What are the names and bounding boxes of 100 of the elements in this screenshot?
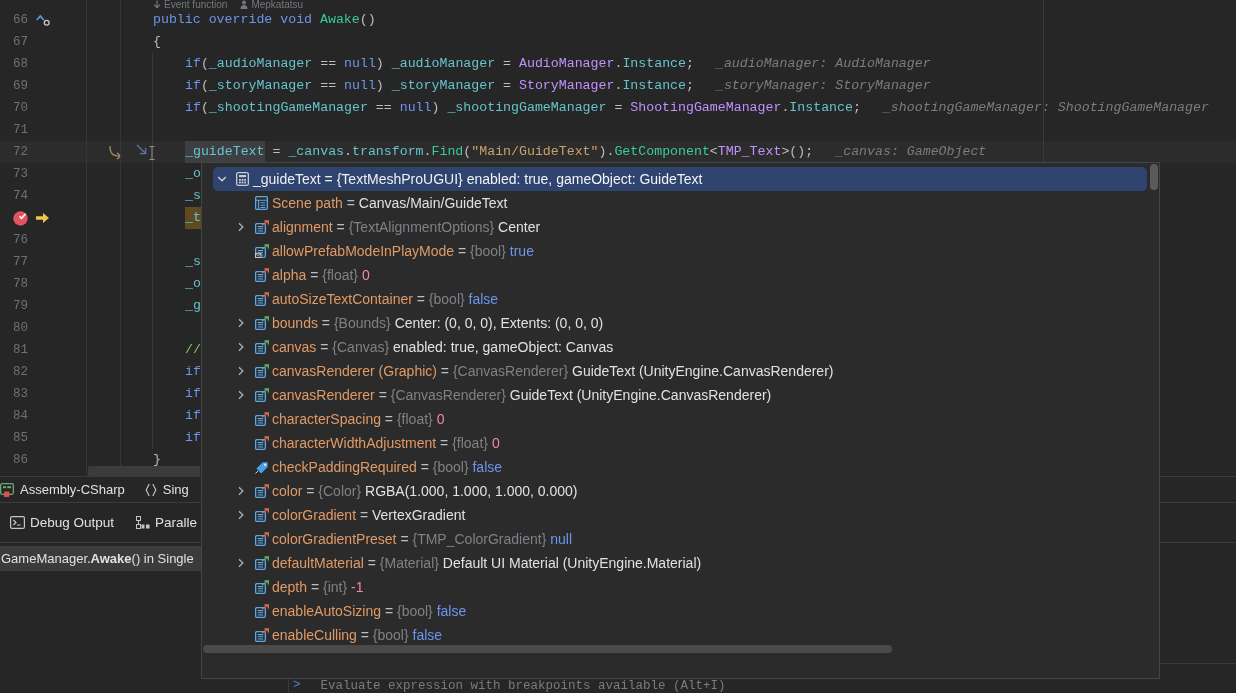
variable-text: checkPaddingRequired = {bool} false bbox=[272, 458, 503, 476]
line-number: 67 bbox=[13, 34, 28, 50]
variable-row[interactable]: canvasRenderer = {CanvasRenderer} GuideText (UnityEngine.CanvasRenderer) bbox=[213, 383, 1147, 407]
horizontal-scrollbar[interactable] bbox=[203, 645, 892, 653]
inlay-hint: _storyManager: StoryManager bbox=[715, 77, 931, 95]
variable-row[interactable]: _guideText = {TextMeshProUGUI} enabled: true, gameObject: GuideText bbox=[213, 167, 1147, 191]
code-line: if(_shootingGameManager == null) _shootingGameManager = ShootingGameManager.Instance; bbox=[185, 99, 861, 117]
code-line: if bbox=[185, 363, 201, 381]
code-line: { bbox=[153, 33, 161, 51]
variable-row[interactable]: characterWidthAdjustment = {float} 0 bbox=[213, 431, 1147, 455]
variable-text: color = {Color} RGBA(1.000, 1.000, 1.000, 0.000) bbox=[272, 482, 578, 500]
variable-text: allowPrefabModeInPlayMode = {bool} true bbox=[272, 242, 534, 260]
tool-tab[interactable]: Paralle bbox=[136, 509, 198, 536]
variable-text: autoSizeTextContainer = {bool} false bbox=[272, 290, 499, 308]
line-number: 68 bbox=[13, 56, 28, 72]
horizontal-scrollbar[interactable] bbox=[88, 466, 200, 476]
chevron-right-icon[interactable] bbox=[236, 390, 246, 400]
curved-arrow-icon[interactable] bbox=[108, 145, 123, 160]
line-number: 72 bbox=[13, 144, 28, 160]
variable-row[interactable]: allowPrefabModeInPlayMode = {bool} true bbox=[213, 239, 1147, 263]
variable-row[interactable]: characterSpacing = {float} 0 bbox=[213, 407, 1147, 431]
variable-row[interactable]: depth = {int} -1 bbox=[213, 575, 1147, 599]
tag-icon bbox=[255, 460, 269, 474]
caret-ring-icon[interactable] bbox=[36, 14, 50, 26]
chevron-right-icon[interactable] bbox=[236, 486, 246, 496]
line-number: 86 bbox=[13, 452, 28, 468]
inlay-hint: _audioManager: AudioManager bbox=[715, 55, 931, 73]
breadcrumb-item[interactable]: Sing bbox=[144, 479, 189, 500]
line-number: 74 bbox=[13, 188, 28, 204]
line-number: 79 bbox=[13, 298, 28, 314]
line-number: 83 bbox=[13, 386, 28, 402]
code-line: // bbox=[185, 341, 201, 359]
variable-row[interactable]: checkPaddingRequired = {bool} false bbox=[213, 455, 1147, 479]
terminal-icon bbox=[10, 516, 25, 529]
evaluate-field[interactable]: Evaluate expression with breakpoints available (Alt+I) bbox=[320, 679, 1236, 692]
line-number: 82 bbox=[13, 364, 28, 380]
arrow-down-icon bbox=[153, 0, 161, 9]
text-cursor-icon bbox=[149, 146, 155, 160]
code-line: if(_audioManager == null) _audioManager = AudioManager.Instance; bbox=[185, 55, 694, 73]
line-number: 70 bbox=[13, 100, 28, 116]
blocks-icon bbox=[136, 516, 151, 529]
code-line: _guideText = _canvas.transform.Find("Main/GuideText").GetComponent<TMP_Text>(); bbox=[185, 141, 814, 163]
code-line: if(_storyManager == null) _storyManager = StoryManager.Instance; bbox=[185, 77, 694, 95]
line-number: 71 bbox=[13, 122, 28, 138]
variable-text: colorGradientPreset = {TMP_ColorGradient} null bbox=[272, 530, 572, 548]
diagonal-arrow-icon[interactable] bbox=[136, 144, 147, 155]
chevron-right-icon[interactable] bbox=[236, 366, 246, 376]
variable-text: canvasRenderer = {CanvasRenderer} GuideText (UnityEngine.CanvasRenderer) bbox=[272, 386, 772, 404]
person-icon bbox=[240, 0, 249, 9]
chevron-right-icon[interactable] bbox=[236, 510, 246, 520]
chevron-right-icon[interactable] bbox=[236, 222, 246, 232]
variable-text: bounds = {Bounds} Center: (0, 0, 0), Extents: (0, 0, 0) bbox=[272, 314, 604, 332]
inlay-hint: _canvas: GameObject bbox=[835, 143, 987, 161]
variable-row[interactable]: canvas = {Canvas} enabled: true, gameObject: Canvas bbox=[213, 335, 1147, 359]
variable-text: enableCulling = {bool} false bbox=[272, 626, 443, 644]
variable-row[interactable]: canvasRenderer (Graphic) = {CanvasRenderer} GuideText (UnityEngine.CanvasRenderer) bbox=[213, 359, 1147, 383]
breadcrumb-item[interactable]: Assembly-CSharp bbox=[0, 479, 125, 500]
line-number: 81 bbox=[13, 342, 28, 358]
variable-row[interactable]: enableAutoSizing = {bool} false bbox=[213, 599, 1147, 623]
chevron-right-icon[interactable] bbox=[236, 318, 246, 328]
tool-tab[interactable]: Debug Output bbox=[10, 509, 115, 536]
code-line: if bbox=[185, 407, 201, 425]
variable-row[interactable]: colorGradient = VertexGradient bbox=[213, 503, 1147, 527]
code-line: } bbox=[153, 451, 161, 469]
line-number: 69 bbox=[13, 78, 28, 94]
chevron-right-icon[interactable] bbox=[236, 558, 246, 568]
line-number: 84 bbox=[13, 408, 28, 424]
line-number: 77 bbox=[13, 254, 28, 270]
chevron-down-icon[interactable] bbox=[217, 174, 227, 184]
code-line: _s bbox=[185, 187, 201, 205]
line-number: 73 bbox=[13, 166, 28, 182]
variable-row[interactable]: alignment = {TextAlignmentOptions} Center bbox=[213, 215, 1147, 239]
variable-text: _guideText = {TextMeshProUGUI} enabled: true, gameObject: GuideText bbox=[253, 170, 703, 188]
line-number: 80 bbox=[13, 320, 28, 336]
variable-row[interactable]: enableCulling = {bool} false bbox=[213, 623, 1147, 647]
chevron-right-icon[interactable] bbox=[236, 342, 246, 352]
table-icon bbox=[255, 196, 268, 210]
brackets-icon bbox=[144, 482, 157, 497]
calculator-icon bbox=[236, 172, 249, 186]
line-number: 85 bbox=[13, 430, 28, 446]
variable-row[interactable]: Scene path = Canvas/Main/GuideText bbox=[213, 191, 1147, 215]
code-line: _s bbox=[185, 253, 201, 271]
variable-text: canvasRenderer (Graphic) = {CanvasRenderer} GuideText (UnityEngine.CanvasRenderer) bbox=[272, 362, 834, 380]
variable-text: alpha = {float} 0 bbox=[272, 266, 370, 284]
variable-row[interactable]: autoSizeTextContainer = {bool} false bbox=[213, 287, 1147, 311]
variable-row[interactable]: color = {Color} RGBA(1.000, 1.000, 1.000, 0.000) bbox=[213, 479, 1147, 503]
square-badge-icon bbox=[0, 482, 14, 497]
line-number: 66 bbox=[13, 12, 28, 28]
code-line: _o bbox=[185, 275, 201, 293]
variable-text: characterSpacing = {float} 0 bbox=[272, 410, 445, 428]
variable-row[interactable]: bounds = {Bounds} Center: (0, 0, 0), Extents: (0, 0, 0) bbox=[213, 311, 1147, 335]
variable-row[interactable]: alpha = {float} 0 bbox=[213, 263, 1147, 287]
breakpoint-icon[interactable] bbox=[13, 210, 28, 226]
code-line: if bbox=[185, 429, 201, 447]
code-line: _g bbox=[185, 297, 201, 315]
variable-text: depth = {int} -1 bbox=[272, 578, 364, 596]
code-line: if bbox=[185, 385, 201, 403]
variable-text: Scene path = Canvas/Main/GuideText bbox=[272, 194, 508, 212]
code-line: public override void Awake() bbox=[153, 11, 376, 29]
vertical-scrollbar[interactable] bbox=[1150, 164, 1158, 190]
